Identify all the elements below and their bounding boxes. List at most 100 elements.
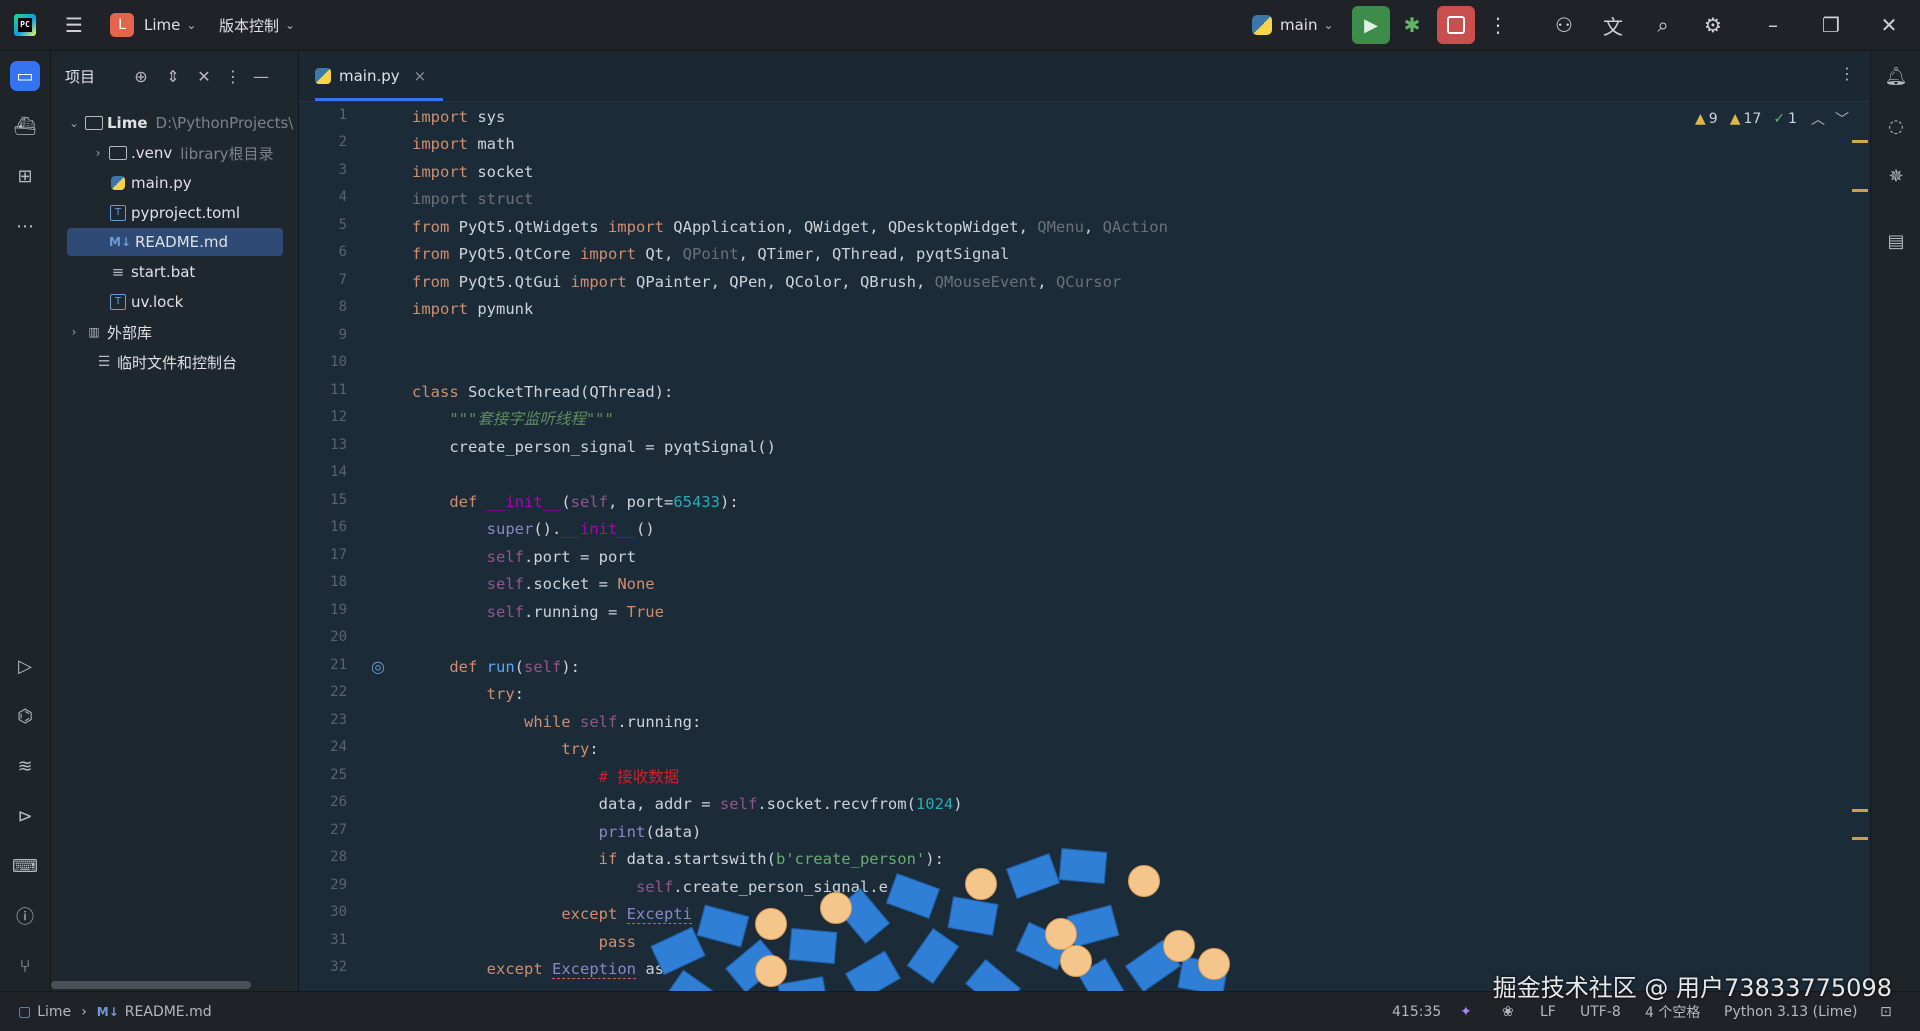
locate-file-icon[interactable]: ⊕ — [129, 64, 153, 88]
collapse-all-icon[interactable]: ✕ — [192, 64, 216, 88]
line-number: 19 — [330, 602, 347, 618]
more-tools-icon[interactable]: ⋯ — [10, 211, 40, 241]
caret-position[interactable]: 415:35 — [1392, 992, 1441, 1031]
project-panel: 项目 ⊕ ⇕ ✕ ⋮ — ⌄ Lime D:\PythonProjects\ ›… — [51, 51, 299, 991]
title-bar: PC ☰ L Lime ⌄ 版本控制 ⌄ main ⌄ ▶ ✱ ⋮ ⚇ 文 ⌕ … — [0, 0, 1920, 51]
tree-item-label: README.md — [135, 233, 229, 251]
search-icon[interactable]: ⌕ — [1649, 11, 1677, 39]
tab-main-py[interactable]: main.py × — [315, 51, 443, 101]
add-user-icon[interactable]: ⚇ — [1550, 11, 1578, 39]
project-horizontal-scrollbar[interactable] — [51, 981, 251, 989]
restore-icon[interactable]: ❐ — [1817, 11, 1845, 39]
physics-ball — [1060, 945, 1092, 977]
app-logo[interactable]: PC — [14, 0, 36, 50]
problems-icon[interactable]: ⓘ — [10, 901, 40, 931]
run-tool-icon[interactable]: ▷ — [10, 651, 40, 681]
lock-file-icon: T — [109, 293, 127, 311]
settings-gear-icon[interactable]: ⚙ — [1699, 11, 1727, 39]
docker-icon[interactable]: ⛴ — [10, 111, 40, 141]
breadcrumb-project[interactable]: Lime — [37, 1004, 71, 1020]
project-switcher[interactable]: L Lime ⌄ — [110, 0, 196, 50]
code-line: super().__init__() — [486, 520, 655, 538]
chevron-right-icon[interactable]: › — [67, 325, 81, 339]
python-console-icon[interactable]: ⌬ — [10, 701, 40, 731]
copilot-icon[interactable]: ✦ — [1460, 992, 1472, 1031]
line-number: 5 — [338, 217, 347, 233]
code-line: import math — [412, 135, 515, 153]
debug-icon[interactable]: ✱ — [1398, 11, 1426, 39]
code-line: import socket — [412, 163, 534, 181]
breadcrumb[interactable]: ▢ Lime › M↓ README.md — [18, 992, 212, 1031]
options-icon[interactable]: ⋮ — [221, 64, 245, 88]
git-branch-icon[interactable]: ⑂ — [10, 951, 40, 981]
chevron-up-icon[interactable]: ︿ — [1811, 109, 1825, 129]
line-number: 16 — [330, 519, 347, 535]
code-line: self.port = port — [486, 548, 636, 566]
tree-item-external-libs[interactable]: › ▥ 外部库 — [67, 318, 152, 346]
python-icon — [1252, 15, 1272, 35]
physics-box — [1058, 848, 1108, 884]
hide-panel-icon[interactable]: — — [249, 64, 273, 88]
markdown-file-icon: M↓ — [96, 1004, 119, 1019]
physics-ball — [755, 908, 787, 940]
breadcrumb-file[interactable]: README.md — [125, 1004, 212, 1020]
pycharm-logo-icon: PC — [14, 14, 36, 36]
tree-item-start-bat[interactable]: ≡ start.bat — [105, 258, 196, 286]
minimize-icon[interactable]: – — [1759, 11, 1787, 39]
physics-ball — [820, 892, 852, 924]
tree-item-uv-lock[interactable]: T uv.lock — [105, 288, 183, 316]
ai-assistant-icon[interactable]: ◌ — [1881, 111, 1911, 141]
main-menu-icon[interactable]: ☰ — [60, 11, 88, 39]
terminal-icon[interactable]: ⌨ — [10, 851, 40, 881]
warning-icon: ▲ — [1695, 111, 1706, 127]
tab-close-icon[interactable]: × — [414, 67, 427, 85]
scroll-mark — [1852, 189, 1868, 192]
run-button[interactable]: ▶ — [1352, 6, 1390, 44]
more-actions-icon[interactable]: ⋮ — [1484, 11, 1512, 39]
code-line: import pymunk — [412, 300, 534, 318]
tree-item-lime[interactable]: ⌄ Lime D:\PythonProjects\ — [67, 109, 293, 137]
tab-options-icon[interactable]: ⋮ — [1839, 64, 1855, 83]
markdown-preview-icon[interactable]: ▤ — [1881, 226, 1911, 256]
tree-item-scratches[interactable]: ☰ 临时文件和控制台 — [91, 348, 237, 376]
code-line: while self.running: — [523, 713, 702, 731]
weak-warning-count: 17 — [1743, 111, 1762, 127]
notifications-bell-icon[interactable]: 🔔︎ — [1881, 61, 1911, 91]
text-file-icon: ≡ — [111, 263, 125, 281]
inspection-widget[interactable]: ▲ 9 ▲ 17 ✓ 1 ︿ ﹀ — [1695, 107, 1849, 131]
line-number: 31 — [330, 932, 347, 948]
vcs-label: 版本控制 — [219, 16, 280, 35]
tree-item-readme[interactable]: M↓ README.md — [67, 228, 283, 256]
line-number: 28 — [330, 849, 347, 865]
code-line: try: — [486, 685, 524, 703]
structure-icon[interactable]: ⊞ — [10, 161, 40, 191]
chevron-down-icon[interactable]: ⌄ — [67, 116, 81, 130]
code-line: create_person_signal = pyqtSignal() — [412, 438, 776, 456]
close-icon[interactable]: ✕ — [1875, 11, 1903, 39]
stop-button[interactable] — [1437, 6, 1475, 44]
chevron-down-icon[interactable]: ﹀ — [1835, 109, 1849, 129]
chevron-right-icon[interactable]: › — [91, 146, 105, 160]
override-marker-icon[interactable]: ◎ — [371, 657, 385, 676]
run-config-selector[interactable]: main ⌄ — [1252, 0, 1334, 50]
tree-item-pyproject[interactable]: T pyproject.toml — [105, 199, 240, 227]
editor-tab-bar: main.py × ⋮ — [299, 51, 1869, 102]
code-line: import struct — [412, 190, 534, 208]
line-number: 2 — [338, 134, 347, 150]
plugin-icon[interactable]: ✵ — [1881, 161, 1911, 191]
python-file-icon — [109, 174, 127, 192]
services-icon[interactable]: ⊳ — [10, 801, 40, 831]
project-tool-folder-icon[interactable]: ▭ — [10, 61, 40, 91]
layers-icon[interactable]: ≋ — [10, 751, 40, 781]
vcs-menu[interactable]: 版本控制 ⌄ — [219, 0, 295, 50]
tree-item-label: uv.lock — [131, 293, 184, 311]
expand-all-icon[interactable]: ⇕ — [161, 64, 185, 88]
code-line: from PyQt5.QtGui import QPainter, QPen, … — [412, 273, 1122, 291]
translate-icon[interactable]: 文 — [1599, 11, 1627, 39]
project-panel-title[interactable]: 项目 — [65, 66, 95, 87]
tree-item-main-py[interactable]: main.py — [105, 169, 192, 197]
tree-item-venv[interactable]: › .venv library根目录 — [91, 139, 274, 167]
code-line: self.socket = None — [486, 575, 655, 593]
code-line: try: — [561, 740, 599, 758]
line-number: 27 — [330, 822, 347, 838]
